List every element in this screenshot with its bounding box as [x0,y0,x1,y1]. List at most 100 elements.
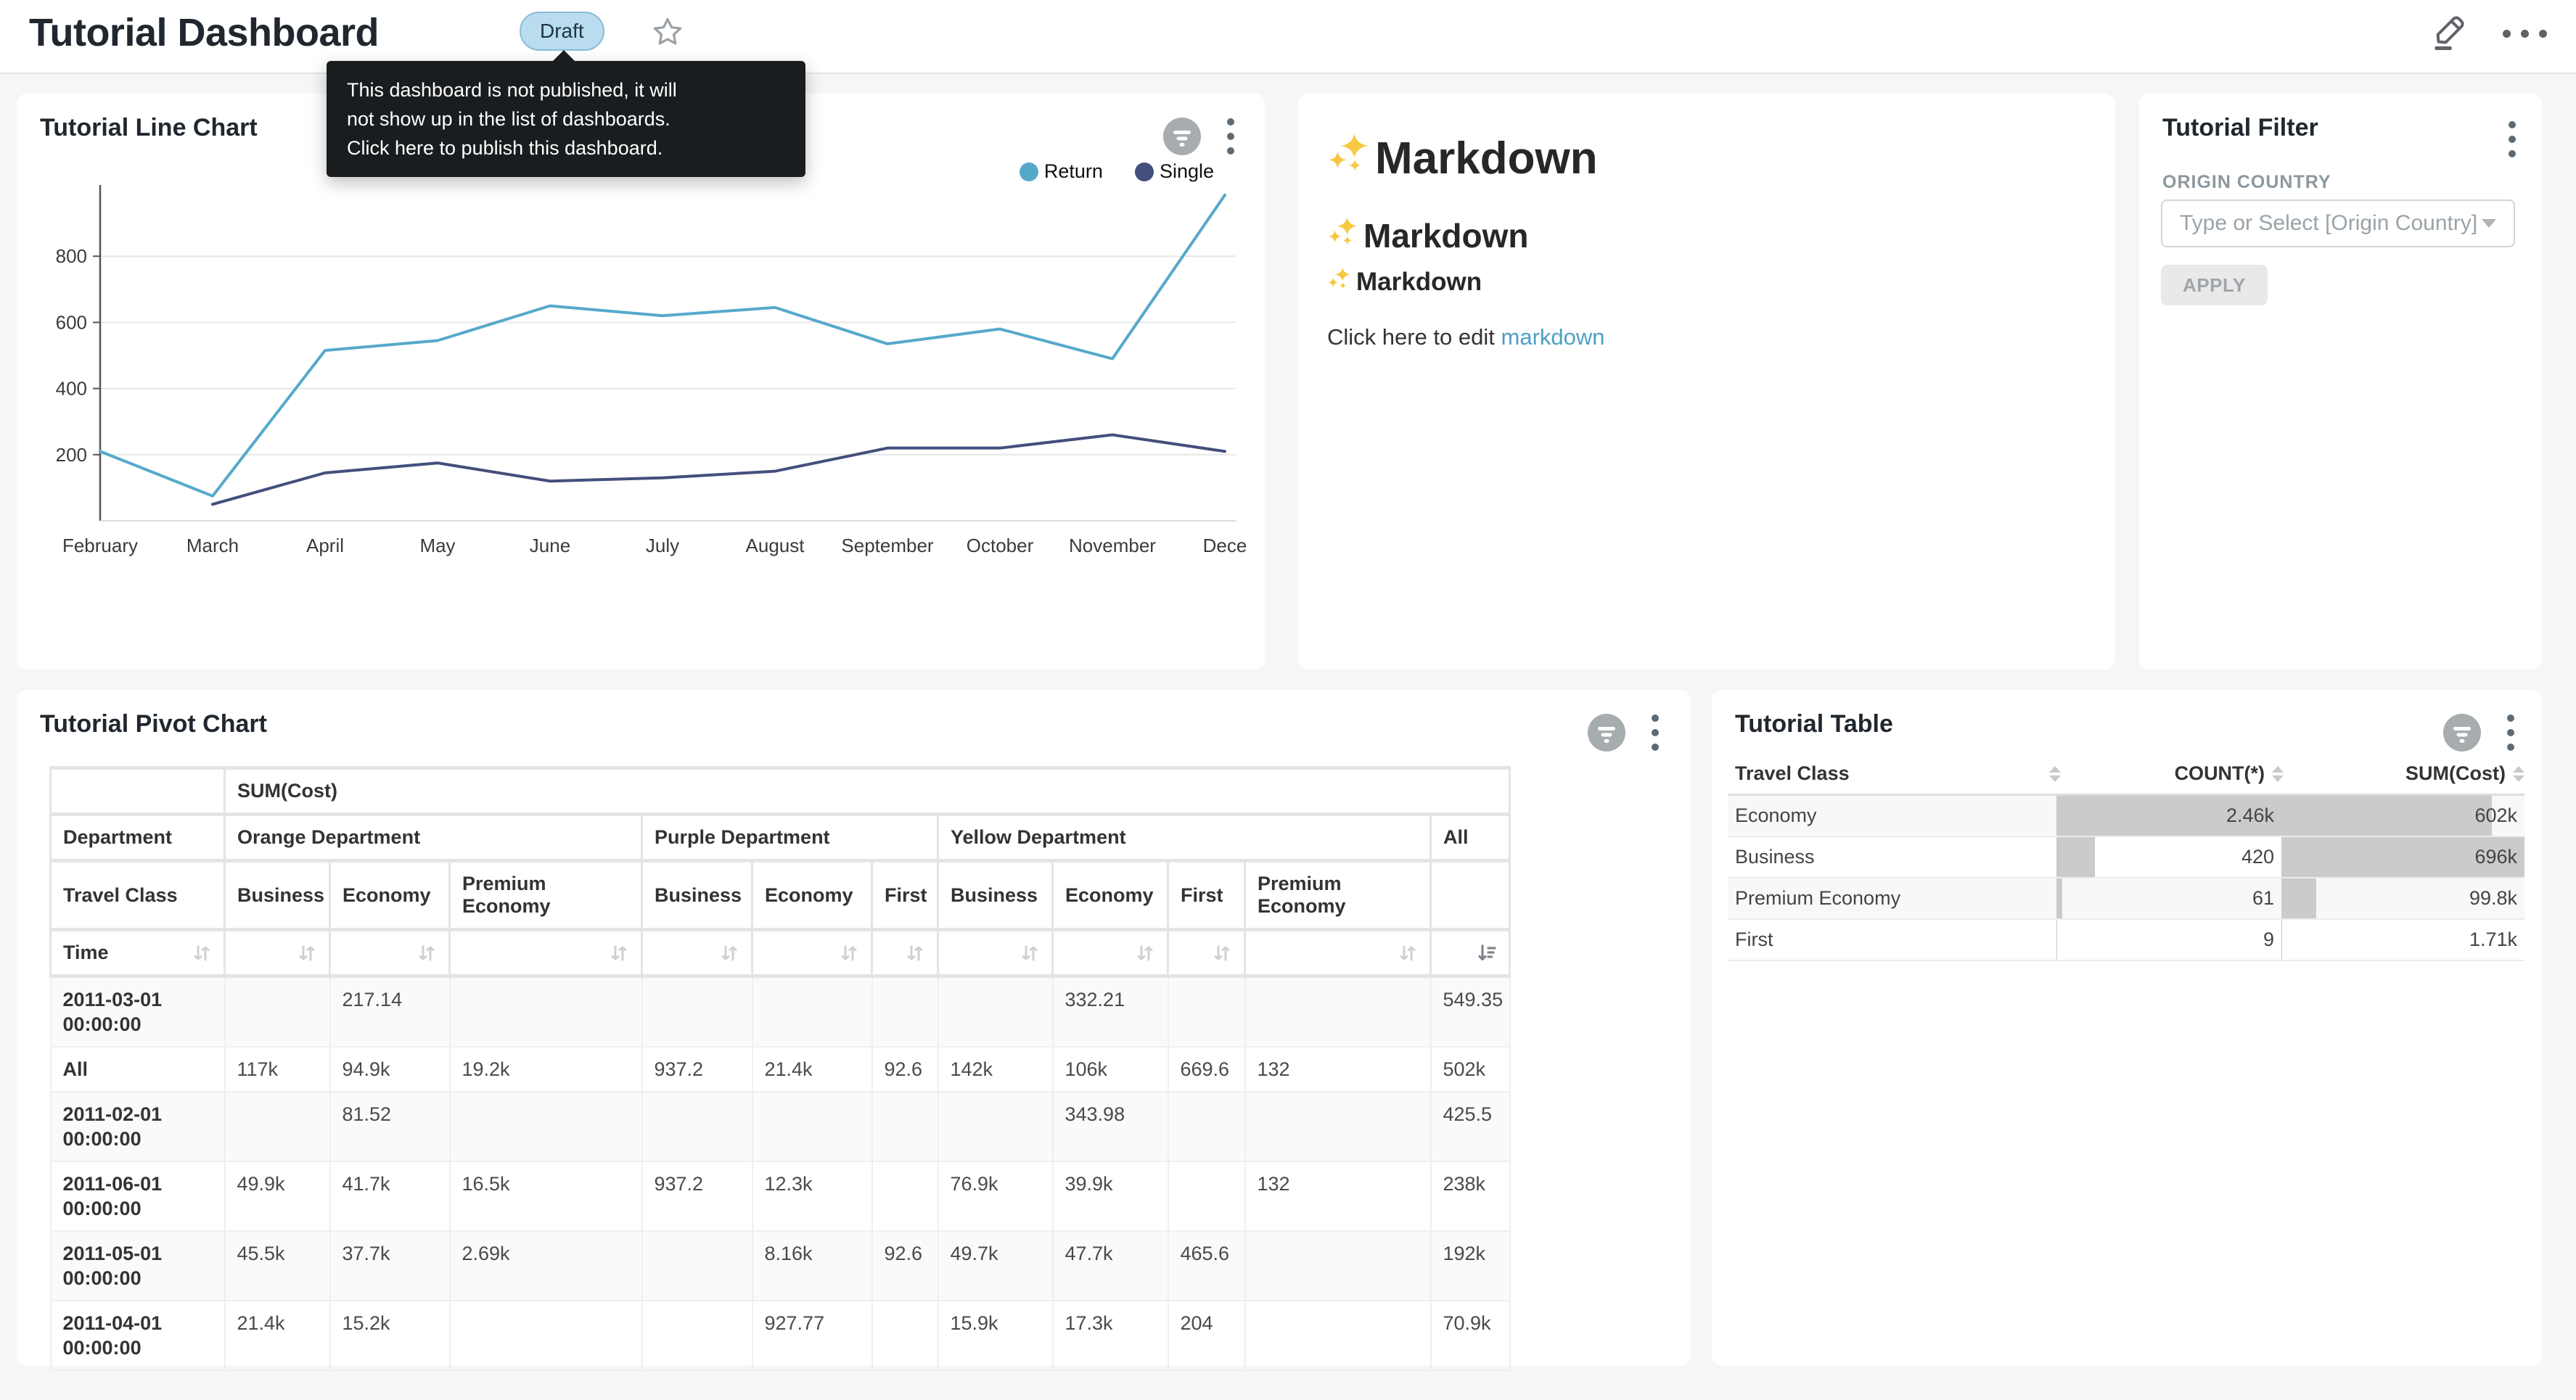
pivot-col-class-header: Business [642,861,752,930]
sort-icon[interactable] [1212,943,1232,963]
pivot-value-cell: 465.6 [1168,1231,1245,1301]
chart-menu-icon[interactable] [1221,112,1240,160]
x-axis-label: August [746,535,805,556]
pivot-value-cell [872,1092,938,1161]
pivot-row-dim-travel-class: Travel Class [51,861,225,930]
pivot-value-cell [1168,976,1245,1047]
pivot-value-cell [872,1161,938,1231]
filter-indicator-icon[interactable] [1588,714,1625,752]
favorite-star-icon[interactable] [650,15,685,49]
pivot-time-header: Time [51,930,225,976]
pivot-col-class-header: Premium Economy [450,861,642,930]
markdown-h3-text: Markdown [1356,268,1482,297]
sort-icon[interactable] [905,943,925,963]
pivot-value-cell: 217.14 [330,976,450,1047]
value-bar [2281,920,2282,960]
sort-icon[interactable] [719,943,739,963]
markdown-paragraph-text: Click here to edit [1327,324,1501,350]
sort-icon[interactable] [609,943,629,963]
sum-cell: 696k [2281,837,2524,877]
table-col-header[interactable]: Travel Class [1728,762,2061,785]
pivot-row: 2011-02-01 00:00:0081.52343.98425.5 [51,1092,1510,1161]
sort-descending-icon[interactable] [1477,943,1497,963]
filter-indicator-icon[interactable] [1163,118,1201,155]
pivot-value-cell [752,976,872,1047]
sort-icon[interactable] [1135,943,1155,963]
pivot-value-cell: 19.2k [450,1047,642,1092]
pivot-value-cell [225,976,330,1047]
sort-icon[interactable] [297,943,317,963]
travel-class-cell: First [1728,920,2056,960]
pivot-row: 2011-06-01 00:00:0049.9k41.7k16.5k937.21… [51,1161,1510,1231]
filter-menu-icon[interactable] [2503,115,2522,163]
pivot-row: 2011-03-01 00:00:00217.14332.21549.35 [51,976,1510,1047]
count-cell: 420 [2056,837,2281,877]
pivot-value-cell: 47.7k [1053,1231,1168,1301]
edit-dashboard-button[interactable] [2429,12,2469,56]
pivot-value-cell: 106k [1053,1047,1168,1092]
sort-carets-icon [2049,766,2061,782]
table-col-header[interactable]: COUNT(*) [2061,762,2284,785]
chart-legend: Return Single [1020,160,1214,183]
x-axis-label: April [306,535,344,556]
count-cell: 2.46k [2056,796,2281,836]
pivot-value-cell [642,976,752,1047]
pivot-col-group-header: Yellow Department [938,815,1431,861]
pivot-value-cell: 15.2k [330,1301,450,1370]
pivot-col-group-header: Orange Department [225,815,642,861]
pivot-value-cell [1245,1092,1431,1161]
pivot-value-cell [1168,1161,1245,1231]
more-actions-icon[interactable] [2503,12,2547,56]
count-cell: 61 [2056,878,2281,918]
pivot-row-label: 2011-04-01 00:00:00 [51,1301,225,1370]
pivot-row-label: 2011-03-01 00:00:00 [51,976,225,1047]
pivot-value-cell: 132 [1245,1161,1431,1231]
line-chart-plot[interactable]: 200400600800FebruaryMarchAprilMayJuneJul… [31,181,1250,630]
sum-cell: 602k [2281,796,2524,836]
table-row: Premium Economy6199.8k [1728,878,2524,920]
chart-menu-icon[interactable] [2501,709,2520,757]
filter-card: Tutorial Filter ORIGIN COUNTRY Type or S… [2139,94,2542,670]
pivot-value-cell [225,1092,330,1161]
pivot-value-cell: 343.98 [1053,1092,1168,1161]
pivot-value-cell [1245,1301,1431,1370]
filter-indicator-icon[interactable] [2443,714,2481,752]
apply-button[interactable]: APPLY [2161,265,2268,305]
x-axis-label: July [646,535,679,556]
pivot-sort-cell [1168,930,1245,976]
sort-icon[interactable] [192,943,212,963]
origin-country-select[interactable]: Type or Select [Origin Country] [2161,199,2515,247]
pivot-col-class-header: Business [225,861,330,930]
draft-badge[interactable]: Draft [520,12,604,51]
pivot-value-cell: 41.7k [330,1161,450,1231]
y-axis-tick-label: 200 [56,444,87,466]
sort-icon[interactable] [1020,943,1040,963]
y-axis-tick-label: 800 [56,245,87,267]
markdown-card[interactable]: Markdown Markdown Markdown Click here to… [1298,94,2115,670]
sort-icon[interactable] [839,943,859,963]
table-col-header[interactable]: SUM(Cost) [2284,762,2524,785]
sum-cell: 1.71k [2281,920,2524,960]
pivot-col-class-header: Economy [752,861,872,930]
markdown-edit-link[interactable]: markdown [1501,324,1605,350]
sort-icon[interactable] [1398,943,1418,963]
chart-menu-icon[interactable] [1646,709,1665,757]
sort-icon[interactable] [417,943,437,963]
pivot-table: SUM(Cost)DepartmentOrange DepartmentPurp… [49,766,1511,1371]
select-placeholder: Type or Select [Origin Country] [2180,211,2482,236]
pivot-row: 2011-04-01 00:00:0021.4k15.2k927.7715.9k… [51,1301,1510,1370]
markdown-h2-text: Markdown [1363,216,1528,255]
pivot-sort-cell [1245,930,1431,976]
tooltip-line: This dashboard is not published, it will [347,75,785,104]
x-axis-label: May [419,535,455,556]
legend-item-return[interactable]: Return [1020,160,1103,183]
pivot-value-cell: 937.2 [642,1161,752,1231]
chevron-down-icon [2482,219,2496,228]
pivot-col-class-header [1431,861,1510,930]
travel-class-cell: Economy [1728,796,2056,836]
pivot-col-class-header: First [1168,861,1245,930]
pivot-value-cell: 21.4k [752,1047,872,1092]
series-line-return [100,195,1225,496]
pivot-value-cell: 927.77 [752,1301,872,1370]
legend-item-single[interactable]: Single [1135,160,1214,183]
